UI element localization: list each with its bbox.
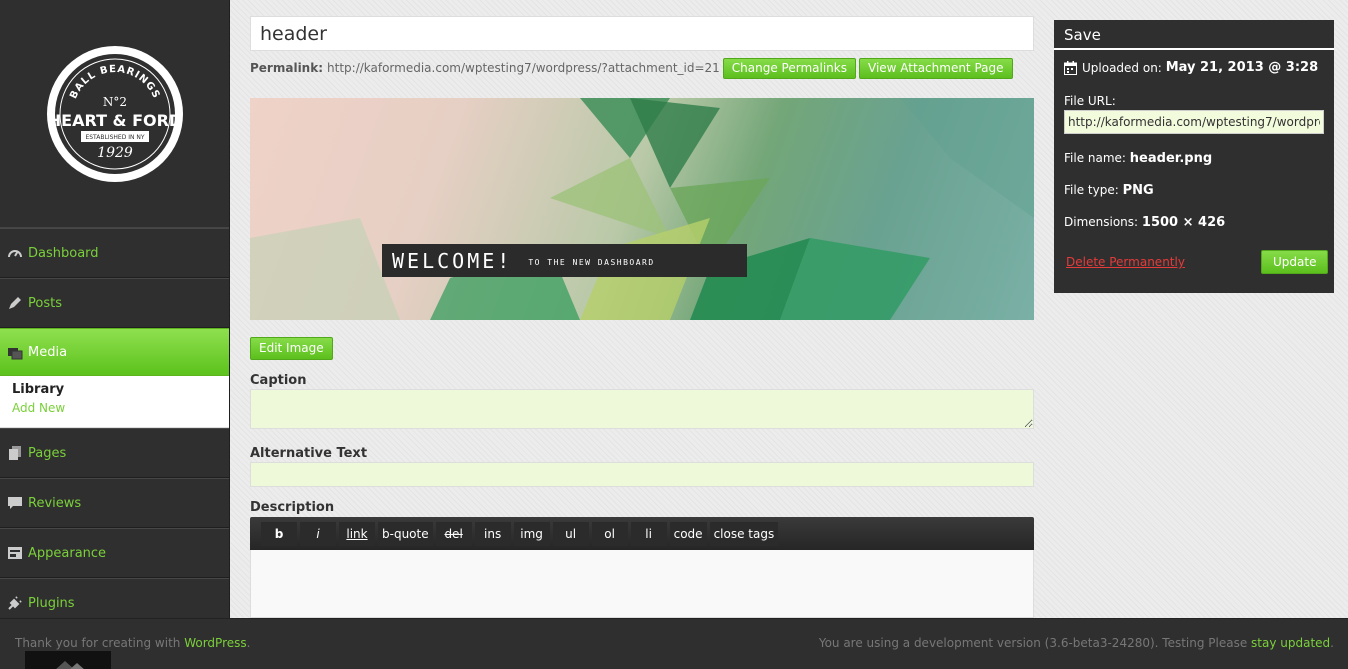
dimensions-label: Dimensions: — [1064, 215, 1139, 229]
welcome-banner: WELCOME! TO THE NEW DASHBOARD — [382, 244, 747, 277]
sidebar-item-label: Reviews — [28, 495, 82, 511]
media-icon — [6, 343, 24, 361]
quicktags-toolbar: b i link b-quote del ins img ul ol li co… — [250, 517, 1034, 550]
sidebar-item-label: Pages — [28, 445, 67, 461]
caption-label: Caption — [250, 373, 307, 388]
logo-year: 1929 — [97, 145, 133, 161]
save-metabox: Save Uploaded on: May 21, 2013 @ 3:28 Fi… — [1054, 20, 1334, 293]
heart-and-ford-logo[interactable]: BALL BEARINGS N°2 HEART & FORD ESTABLISH… — [45, 44, 185, 184]
sidebar-item-reviews[interactable]: Reviews — [0, 478, 229, 528]
footer-wordpress-link[interactable]: WordPress — [184, 636, 246, 650]
footer-right-suffix: . — [1330, 636, 1334, 650]
dimensions-row: Dimensions: 1500 × 426 — [1064, 215, 1225, 230]
logo-name: HEART & FORD — [47, 111, 181, 130]
footer-right-text: You are using a development version (3.6… — [818, 636, 1252, 650]
file-name-label: File name: — [1064, 151, 1126, 165]
quicktag-code-button[interactable]: code — [669, 521, 707, 546]
footer-thumbnail — [25, 651, 111, 669]
edit-image-button[interactable]: Edit Image — [250, 337, 333, 360]
appearance-icon — [6, 544, 24, 562]
permalink-url[interactable]: http://kaformedia.com/wptesting7/wordpre… — [327, 61, 720, 75]
plugins-icon — [6, 594, 24, 612]
description-editor[interactable] — [250, 550, 1034, 618]
file-name-row: File name: header.png — [1064, 151, 1212, 166]
submenu-add-new[interactable]: Add New — [12, 401, 217, 415]
admin-sidebar: BALL BEARINGS N°2 HEART & FORD ESTABLISH… — [0, 0, 230, 628]
title-input[interactable] — [250, 16, 1034, 51]
reviews-icon — [6, 494, 24, 512]
media-submenu: Library Add New — [0, 376, 229, 428]
admin-footer: Thank you for creating with WordPress. Y… — [0, 618, 1348, 669]
change-permalinks-button[interactable]: Change Permalinks — [722, 57, 856, 79]
quicktag-bold-button[interactable]: b — [261, 521, 297, 546]
sidebar-item-label: Posts — [28, 295, 62, 311]
file-type-row: File type: PNG — [1064, 183, 1154, 198]
submenu-library[interactable]: Library — [12, 382, 217, 397]
quicktag-del-button[interactable]: del — [435, 521, 472, 546]
quicktag-ul-button[interactable]: ul — [552, 521, 589, 546]
quicktag-ol-button[interactable]: ol — [591, 521, 628, 546]
logo-number: N°2 — [102, 95, 126, 109]
logo-area: BALL BEARINGS N°2 HEART & FORD ESTABLISH… — [0, 0, 229, 228]
uploaded-on-label: Uploaded on: — [1082, 60, 1162, 75]
uploaded-on-value: May 21, 2013 @ 3:28 — [1165, 60, 1319, 75]
view-attachment-page-button[interactable]: View Attachment Page — [859, 57, 1013, 79]
logo-ribbon: ESTABLISHED IN NY — [85, 134, 144, 141]
alternative-text-field[interactable] — [250, 462, 1034, 487]
save-box-title: Save — [1054, 20, 1334, 50]
welcome-subline: TO THE NEW DASHBOARD — [528, 258, 655, 267]
quicktag-link-button[interactable]: link — [339, 521, 375, 546]
description-label: Description — [250, 500, 335, 515]
pencil-icon — [6, 294, 24, 312]
welcome-headline: WELCOME! — [392, 248, 513, 273]
file-url-label: File URL: — [1064, 94, 1116, 108]
low-poly-background — [250, 98, 1034, 320]
delete-permanently-link[interactable]: Delete Permanently — [1066, 255, 1185, 269]
alternative-text-label: Alternative Text — [250, 446, 368, 461]
footer-stay-updated-link[interactable]: stay updated — [1251, 636, 1330, 650]
footer-left-text: Thank you for creating with — [15, 636, 185, 650]
sidebar-item-label: Media — [28, 344, 68, 360]
file-type-value: PNG — [1122, 183, 1154, 198]
sidebar-item-posts[interactable]: Posts — [0, 278, 229, 328]
calendar-icon — [1064, 60, 1077, 75]
pages-icon — [6, 444, 24, 462]
footer-left-suffix: . — [246, 636, 251, 650]
file-url-field[interactable] — [1064, 110, 1324, 134]
sidebar-item-pages[interactable]: Pages — [0, 428, 229, 478]
quicktag-img-button[interactable]: img — [513, 521, 550, 546]
footer-version: You are using a development version (3.6… — [819, 636, 1334, 650]
update-button[interactable]: Update — [1261, 250, 1329, 274]
sidebar-item-label: Appearance — [28, 545, 107, 561]
caption-field[interactable] — [250, 389, 1034, 429]
file-type-label: File type: — [1064, 183, 1119, 197]
permalink-row: Permalink: http://kaformedia.com/wptesti… — [250, 57, 1013, 79]
quicktag-li-button[interactable]: li — [630, 521, 667, 546]
sidebar-item-label: Plugins — [28, 595, 75, 611]
permalink-label: Permalink: — [250, 61, 324, 75]
quicktag-ins-button[interactable]: ins — [474, 521, 511, 546]
sidebar-item-label: Dashboard — [28, 245, 99, 261]
file-name-value: header.png — [1129, 151, 1213, 166]
dimensions-value: 1500 × 426 — [1141, 215, 1226, 230]
attachment-image-preview: WELCOME! TO THE NEW DASHBOARD — [250, 98, 1034, 320]
uploaded-on-row: Uploaded on: May 21, 2013 @ 3:28 — [1064, 60, 1318, 75]
quicktag-close-tags-button[interactable]: close tags — [709, 521, 779, 546]
sidebar-item-media[interactable]: Media — [0, 328, 229, 376]
sidebar-item-appearance[interactable]: Appearance — [0, 528, 229, 578]
quicktag-italic-button[interactable]: i — [300, 521, 336, 546]
footer-thankyou: Thank you for creating with WordPress. — [15, 636, 250, 650]
quicktag-blockquote-button[interactable]: b-quote — [378, 521, 433, 546]
sidebar-item-dashboard[interactable]: Dashboard — [0, 228, 229, 278]
dashboard-icon — [6, 244, 24, 262]
